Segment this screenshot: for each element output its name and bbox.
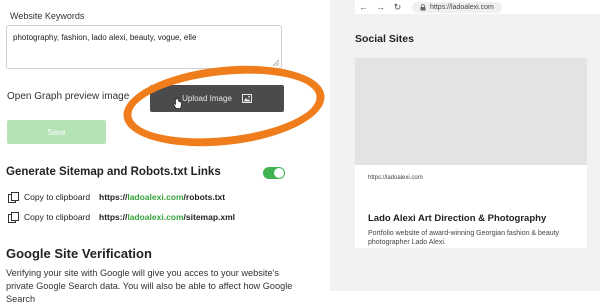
sitemap-link-row: Copy to clipboard https://ladoalexi.com/… bbox=[8, 212, 235, 223]
upload-image-button[interactable]: Upload Image bbox=[150, 85, 284, 112]
hand-cursor-icon bbox=[173, 98, 182, 109]
browser-toolbar: ← → ↻ https://ladoalexi.com bbox=[355, 0, 600, 14]
reload-icon[interactable]: ↻ bbox=[389, 2, 406, 13]
url-domain: ladoalexi.com bbox=[127, 192, 184, 202]
preview-image-placeholder bbox=[355, 58, 587, 165]
copy-icon[interactable] bbox=[8, 192, 19, 203]
copy-to-clipboard-link[interactable]: Copy to clipboard bbox=[24, 212, 99, 222]
forward-icon[interactable]: → bbox=[372, 2, 389, 12]
card-url: https://ladoalexi.com bbox=[368, 175, 423, 181]
robots-link-row: Copy to clipboard https://ladoalexi.com/… bbox=[8, 192, 225, 203]
url-prefix: https:// bbox=[99, 212, 128, 222]
website-keywords-value: photography, fashion, lado alexi, beauty… bbox=[13, 33, 197, 42]
address-bar[interactable]: https://ladoalexi.com bbox=[412, 1, 502, 13]
google-verification-title: Google Site Verification bbox=[6, 246, 152, 261]
sitemap-url: https://ladoalexi.com/sitemap.xml bbox=[99, 212, 235, 222]
google-verification-text: Verifying your site with Google will giv… bbox=[6, 268, 293, 304]
save-button[interactable]: Save bbox=[7, 120, 106, 144]
url-path: /sitemap.xml bbox=[183, 212, 236, 222]
website-keywords-input[interactable]: photography, fashion, lado alexi, beauty… bbox=[6, 25, 282, 69]
sitemap-section-title: Generate Sitemap and Robots.txt Links bbox=[6, 166, 221, 178]
image-icon bbox=[241, 94, 252, 103]
sitemap-toggle[interactable] bbox=[263, 167, 285, 179]
social-preview-card: https://ladoalexi.com Lado Alexi Art Dir… bbox=[355, 58, 587, 248]
toggle-knob bbox=[274, 168, 284, 178]
card-title: Lado Alexi Art Direction & Photography bbox=[368, 213, 547, 224]
card-description: Portfolio website of award-winning Georg… bbox=[368, 230, 560, 246]
social-sites-title: Social Sites bbox=[355, 33, 414, 45]
website-keywords-label: Website Keywords bbox=[10, 11, 85, 21]
upload-image-label: Upload Image bbox=[182, 94, 232, 103]
url-domain: ladoalexi.com bbox=[127, 212, 184, 222]
open-graph-label: Open Graph preview image bbox=[7, 91, 130, 102]
lock-icon bbox=[420, 3, 426, 10]
back-icon[interactable]: ← bbox=[355, 2, 372, 12]
resize-handle-icon[interactable] bbox=[273, 60, 279, 66]
address-text: https://ladoalexi.com bbox=[430, 3, 494, 11]
copy-icon[interactable] bbox=[8, 212, 19, 223]
robots-url: https://ladoalexi.com/robots.txt bbox=[99, 192, 225, 202]
url-path: /robots.txt bbox=[183, 192, 226, 202]
copy-to-clipboard-link[interactable]: Copy to clipboard bbox=[24, 192, 99, 202]
url-prefix: https:// bbox=[99, 192, 128, 202]
